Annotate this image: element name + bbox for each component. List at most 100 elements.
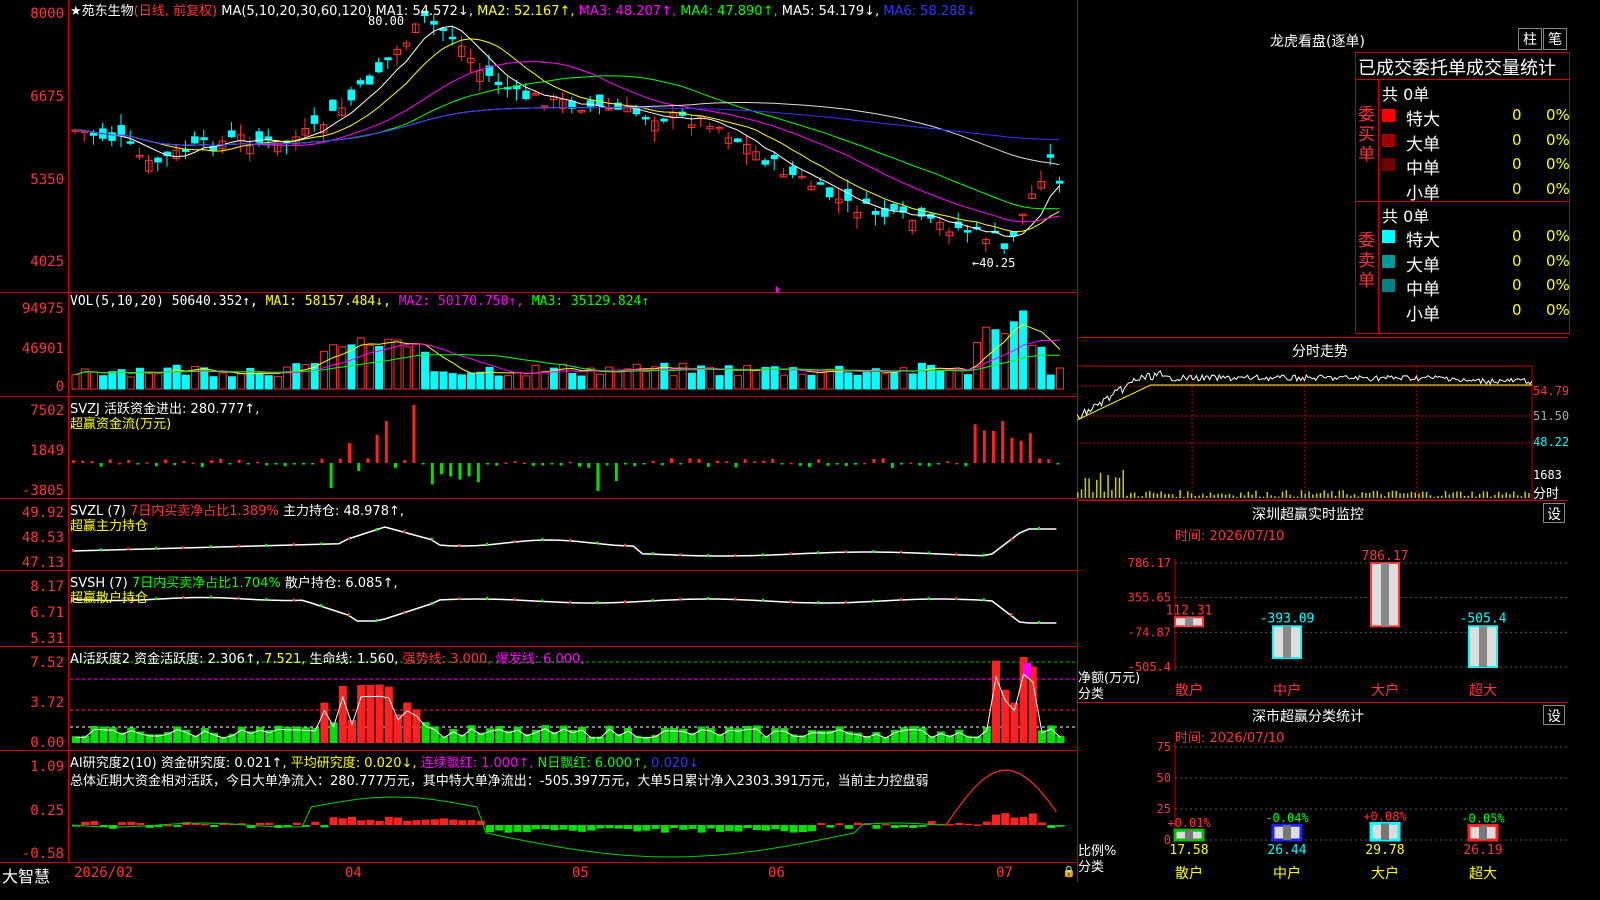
sell-total: 共 0单: [1382, 207, 1430, 226]
research-bar: [798, 825, 807, 833]
monitor-category-label: 超大: [1469, 683, 1497, 699]
indicator-tick: [900, 550, 902, 554]
activity-bar: [660, 727, 669, 743]
flow-bar: [688, 458, 692, 463]
activity-bar: [357, 685, 366, 743]
svsh-panel[interactable]: 8.17 6.71 5.31 SVSH (7) 7日内买卖净占比1.704% 散…: [0, 570, 1077, 647]
order-row: 大单 0 0%: [1382, 130, 1570, 155]
price-panel[interactable]: 8000 6675 5350 4025 ★苑东生物(日线, 前复权) MA(5,…: [0, 0, 1077, 292]
monitor-bar-chart[interactable]: 786.17 355.65 -74.87 -505.4 112.31 散户 -393.09 中…: [1077, 501, 1568, 703]
indicator-tick: [1038, 621, 1040, 624]
color-swatch: [1382, 182, 1395, 196]
order-row: 特大 0 0%: [1382, 226, 1570, 251]
intraday-panel[interactable]: 分时走势 54.79 51.50 48.22 1683 分时: [1077, 337, 1570, 502]
svzl-panel[interactable]: 49.92 48.53 47.13 SVZL (7) 7日内买卖净占比1.389…: [0, 498, 1077, 571]
vol-label: VOL(5,10,20): [70, 294, 164, 309]
flow-bar: [918, 463, 922, 466]
flow-bar: [992, 430, 995, 463]
volume-bar: [844, 372, 853, 390]
indicator-tick: [99, 548, 102, 552]
activity-bar: [559, 725, 568, 743]
flow-bar: [338, 458, 342, 463]
indicator-tick: [430, 537, 433, 541]
volume-bar: [733, 374, 742, 390]
ma4-value: MA4: 47.890↑,: [680, 4, 778, 19]
intraday-vol-bar: [1448, 494, 1451, 498]
volume-bar: [669, 375, 678, 390]
activity-bar: [99, 726, 108, 743]
candlestick-chart[interactable]: [0, 0, 1077, 292]
classify-change-label: +0.08%: [1363, 809, 1407, 823]
research-bar: [522, 825, 531, 833]
flow-bar: [440, 463, 443, 475]
intraday-vol-bar: [1478, 493, 1481, 498]
svzj-panel[interactable]: 7502 1849 -3805 SVZJ 活跃资金进出: 280.777↑, 超…: [0, 396, 1077, 499]
order-count: 0: [1512, 155, 1522, 173]
activity-bar: [835, 726, 844, 743]
date-axis: 大智慧 2026/02 04 05 06 07 🔒: [0, 862, 1077, 886]
classify-bar-chart[interactable]: 7550250+0.01%17.58散户-0.04%26.44中户+0.08%2…: [1077, 703, 1568, 883]
star-icon[interactable]: ★: [70, 4, 82, 19]
volume-bar: [862, 370, 871, 390]
volume-bar: [476, 371, 485, 390]
intraday-vol-bar: [1099, 472, 1102, 498]
candle: [660, 118, 668, 122]
flow-bar: [734, 463, 738, 468]
flow-bar: [909, 462, 913, 465]
bar-mode-button[interactable]: 柱: [1518, 28, 1542, 50]
classify-panel[interactable]: 深市超赢分类统计 设 时间: 2026/07/10 75 50 25 0 +0.01% 1…: [1077, 702, 1568, 883]
color-swatch: [1382, 133, 1395, 147]
indicator-tick: [375, 619, 378, 622]
classify-category-label: 超大: [1469, 866, 1497, 882]
intraday-vol-bar: [1107, 474, 1109, 498]
volume-bar: [264, 375, 273, 390]
research-bar: [596, 825, 605, 829]
activity-bar: [449, 728, 458, 743]
flow-bar: [550, 463, 554, 465]
stock-name[interactable]: 苑东生物: [82, 4, 134, 19]
indicator-tick: [486, 597, 488, 601]
volume-bar: [789, 367, 798, 390]
research-bar: [826, 825, 835, 828]
flow-bar: [449, 463, 453, 477]
intraday-vol-bar: [1425, 491, 1428, 498]
monitor-panel[interactable]: 深圳超赢实时监控 设 时间: 2026/07/10 786.17 355.65 -7…: [1077, 500, 1568, 703]
flow-bar: [348, 443, 351, 463]
intraday-vol-bar: [1118, 477, 1121, 498]
intraday-vol-bar: [1323, 490, 1325, 498]
flow-bar: [357, 463, 361, 471]
research-bar: [900, 825, 908, 828]
volume-bar: [954, 370, 963, 390]
ai-activity-panel[interactable]: 7.52 3.72 0.00 AI活跃度2 资金活跃度: 2.306↑, 7.5…: [0, 646, 1077, 751]
indicator-tick: [927, 597, 930, 601]
volume-bar: [485, 366, 494, 390]
intraday-vol-bar: [1247, 491, 1250, 498]
flow-bar: [366, 458, 370, 463]
classify-value-label: 17.58: [1169, 843, 1208, 858]
candle: [816, 182, 825, 185]
indicator-tick: [127, 547, 130, 551]
candle: [641, 116, 650, 120]
intraday-tick: 54.79: [1533, 384, 1570, 398]
flow-bar: [789, 462, 793, 465]
intraday-vol-bar: [1236, 496, 1238, 498]
research-bar: [449, 819, 458, 825]
flow-bar: [1010, 437, 1014, 463]
volume-ma-line: [75, 324, 1061, 376]
intraday-chart[interactable]: [1077, 338, 1568, 500]
tick-mode-button[interactable]: 笔: [1543, 28, 1567, 50]
flow-bar: [642, 463, 646, 465]
classify-change-label: +0.01%: [1167, 816, 1211, 830]
intraday-vol-bar: [1357, 496, 1360, 498]
volume-panel[interactable]: 94975 46901 0 VOL(5,10,20) 50640.352↑, M…: [0, 292, 1077, 397]
ai-research-panel[interactable]: 1.09 0.25 -0.58 AI研究度2(10) 资金研究度: 0.021↑…: [0, 750, 1077, 863]
research-bar: [1047, 825, 1056, 829]
candle: [522, 90, 530, 100]
research-bar: [200, 823, 209, 826]
lock-icon[interactable]: 🔒: [1062, 865, 1076, 878]
flow-bar: [716, 460, 719, 463]
intraday-vol-bar: [1179, 490, 1181, 498]
indicator-tick: [734, 597, 737, 601]
flow-bar: [200, 463, 204, 468]
activity-bar: [90, 725, 99, 743]
